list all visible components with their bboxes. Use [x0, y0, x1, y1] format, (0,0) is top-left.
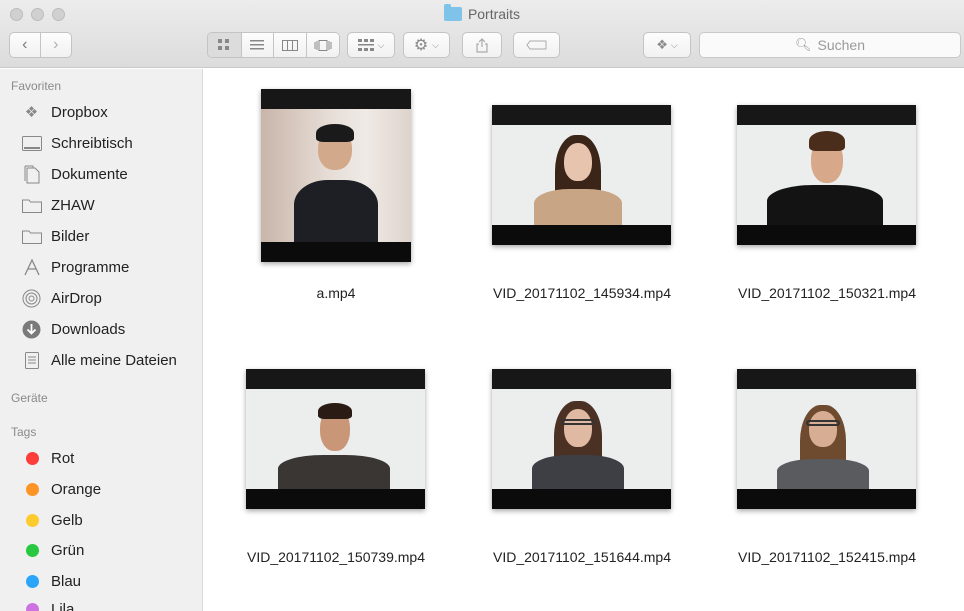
- list-view-button[interactable]: [242, 33, 274, 57]
- sidebar-item-label: Alle meine Dateien: [51, 351, 177, 369]
- sidebar-item-label: AirDrop: [51, 289, 102, 307]
- sidebar-item-label: Downloads: [51, 320, 126, 338]
- airdrop-icon: [21, 288, 42, 308]
- documents-icon: [21, 164, 42, 184]
- dropbox-icon: ❖: [656, 37, 668, 52]
- navigation-buttons: ‹ ›: [9, 32, 72, 58]
- tag-color-dot: [26, 602, 39, 611]
- file-name-label[interactable]: a.mp4: [216, 285, 456, 301]
- tag-color-dot: [26, 513, 39, 527]
- sidebar-item-label: Programme: [51, 258, 130, 276]
- folder-icon: [443, 4, 462, 21]
- sidebar-item-label: Bilder: [51, 227, 90, 245]
- view-mode-buttons: [207, 32, 340, 58]
- forward-button[interactable]: ›: [41, 33, 71, 57]
- sidebar-tag-gruen[interactable]: Grün: [21, 538, 201, 562]
- tag-icon: [525, 40, 546, 50]
- file-name-label[interactable]: VID_20171102_151644.mp4: [462, 549, 702, 565]
- action-button[interactable]: ⚙ ⌵: [403, 32, 450, 58]
- gear-icon: ⚙: [413, 37, 429, 54]
- desktop-icon: [21, 133, 42, 153]
- window-title-label: Portraits: [467, 6, 521, 22]
- arrange-button[interactable]: ⌵: [347, 32, 395, 58]
- back-button[interactable]: ‹: [10, 33, 41, 57]
- sidebar-item-label: Orange: [51, 480, 102, 498]
- finder-window: Portraits ‹ › ⌵ ⚙ ⌵ ❖ ⌵ 🔍︎ Suchen Favori…: [0, 0, 964, 611]
- sidebar-item-label: Blau: [51, 572, 82, 590]
- sidebar-item-dokumente[interactable]: Dokumente: [21, 162, 201, 186]
- window-title: Portraits: [0, 4, 964, 22]
- file-name-label[interactable]: VID_20171102_150321.mp4: [707, 285, 947, 301]
- tag-color-dot: [26, 543, 39, 557]
- folder-icon: [21, 226, 42, 246]
- chevron-down-icon: ⌵: [432, 39, 440, 50]
- folder-icon: [21, 195, 42, 215]
- sidebar-item-programme[interactable]: Programme: [21, 255, 201, 279]
- sidebar-tag-blau[interactable]: Blau: [21, 569, 201, 593]
- sidebar-item-label: Grün: [51, 541, 85, 559]
- grid-icon: [218, 39, 230, 50]
- sidebar: Favoriten ❖ Dropbox Schreibtisch Dokumen…: [0, 69, 203, 611]
- dropbox-toolbar-button[interactable]: ❖ ⌵: [643, 32, 691, 58]
- sidebar-tag-rot[interactable]: Rot: [21, 446, 201, 470]
- file-thumbnail-vid-151644[interactable]: [492, 369, 671, 509]
- sidebar-section-favorites: Favoriten: [11, 79, 62, 93]
- file-thumbnail-vid-152415[interactable]: [737, 369, 916, 509]
- sidebar-item-label: Dropbox: [51, 103, 108, 121]
- sidebar-item-label: ZHAW: [51, 196, 95, 214]
- all-files-icon: [21, 350, 42, 370]
- file-name-label[interactable]: VID_20171102_150739.mp4: [216, 549, 456, 565]
- downloads-icon: [21, 319, 42, 339]
- columns-icon: [281, 39, 298, 51]
- file-thumbnail-vid-150739[interactable]: [246, 369, 425, 509]
- dropbox-icon: ❖: [24, 104, 39, 121]
- sidebar-item-label: Gelb: [51, 511, 83, 529]
- tag-color-dot: [26, 574, 39, 588]
- sidebar-item-label: Schreibtisch: [51, 134, 133, 152]
- sidebar-tag-lila[interactable]: Lila: [21, 597, 201, 611]
- sidebar-tag-gelb[interactable]: Gelb: [21, 508, 201, 532]
- sidebar-item-airdrop[interactable]: AirDrop: [21, 286, 201, 310]
- share-button[interactable]: [462, 32, 502, 58]
- sidebar-item-schreibtisch[interactable]: Schreibtisch: [21, 131, 201, 155]
- file-thumbnail-vid-150321[interactable]: [737, 105, 916, 245]
- search-placeholder: Suchen: [817, 37, 865, 53]
- sidebar-item-dropbox[interactable]: ❖ Dropbox: [21, 100, 201, 124]
- file-thumbnail-vid-145934[interactable]: [492, 105, 671, 245]
- share-icon: [476, 37, 488, 53]
- tag-color-dot: [26, 451, 39, 465]
- sidebar-item-label: Rot: [51, 449, 75, 467]
- file-name-label[interactable]: VID_20171102_152415.mp4: [707, 549, 947, 565]
- applications-icon: [21, 257, 42, 277]
- sidebar-section-devices: Geräte: [11, 391, 48, 405]
- sidebar-item-label: Dokumente: [51, 165, 128, 183]
- chevron-right-icon: ›: [53, 36, 59, 53]
- sidebar-section-tags: Tags: [11, 425, 37, 439]
- column-view-button[interactable]: [274, 33, 307, 57]
- file-thumbnail-a[interactable]: [261, 89, 411, 262]
- file-name-label[interactable]: VID_20171102_145934.mp4: [462, 285, 702, 301]
- toolbar: Portraits ‹ › ⌵ ⚙ ⌵ ❖ ⌵ 🔍︎ Suchen: [0, 0, 964, 68]
- sidebar-item-zhaw[interactable]: ZHAW: [21, 193, 201, 217]
- sidebar-item-bilder[interactable]: Bilder: [21, 224, 201, 248]
- search-icon: 🔍︎: [795, 37, 812, 52]
- sidebar-item-label: Lila: [51, 600, 75, 611]
- sidebar-item-downloads[interactable]: Downloads: [21, 317, 201, 341]
- cover-flow-button[interactable]: [307, 33, 340, 57]
- file-grid: a.mp4 VID_20171102_145934.mp4 VID_201711…: [204, 69, 964, 611]
- cover-flow-icon: [314, 39, 332, 51]
- tag-color-dot: [26, 482, 39, 496]
- chevron-down-icon: ⌵: [377, 39, 385, 50]
- chevron-down-icon: ⌵: [670, 39, 678, 50]
- chevron-left-icon: ‹: [22, 36, 28, 53]
- arrange-icon: [357, 39, 374, 51]
- search-field[interactable]: 🔍︎ Suchen: [699, 32, 961, 58]
- sidebar-item-alle-meine-dateien[interactable]: Alle meine Dateien: [21, 348, 201, 372]
- sidebar-tag-orange[interactable]: Orange: [21, 477, 201, 501]
- icon-view-button[interactable]: [208, 33, 242, 57]
- edit-tags-button[interactable]: [513, 32, 560, 58]
- list-icon: [250, 40, 265, 50]
